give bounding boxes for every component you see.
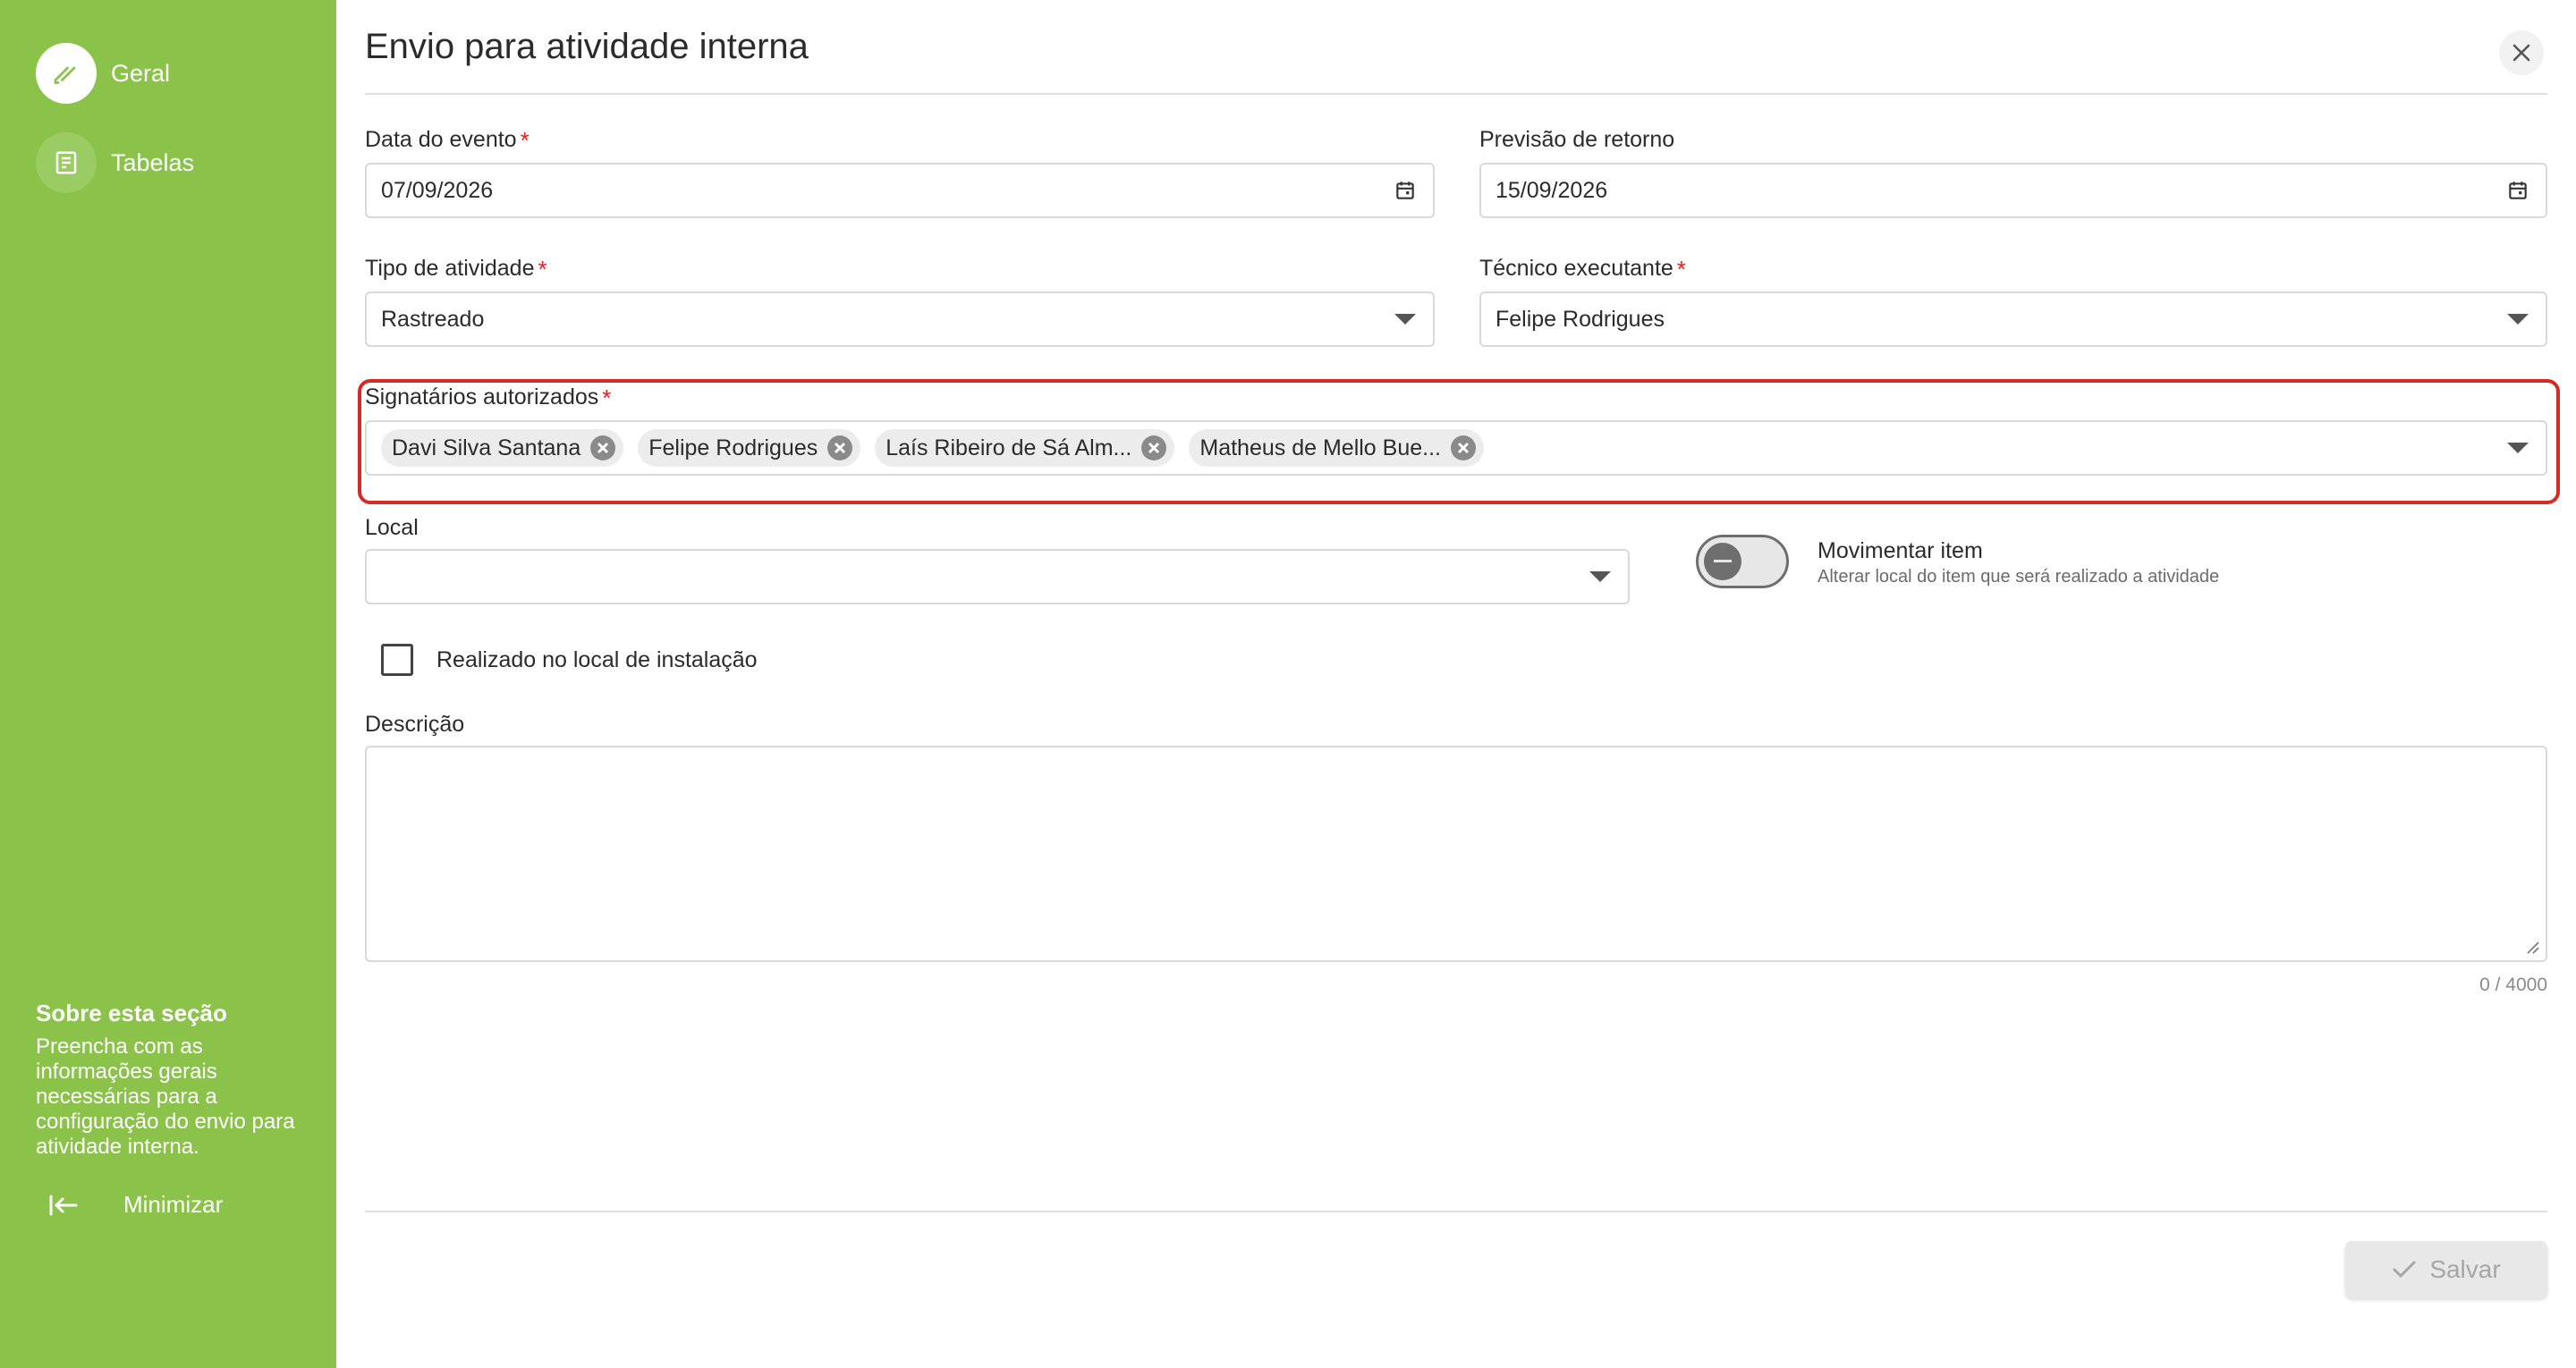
signatories-label: Signatários autorizados * — [365, 384, 612, 411]
technician-value: Felipe Rodrigues — [1496, 306, 1665, 332]
sidebar-item-tabelas[interactable]: Tabelas — [36, 132, 194, 193]
sidebar-item-geral[interactable]: Geral — [36, 43, 170, 104]
return-date-label: Previsão de retorno — [1479, 127, 1675, 152]
technician-select[interactable]: Felipe Rodrigues — [1479, 291, 2547, 347]
about-section: Sobre esta seção Preencha com as informa… — [36, 1000, 304, 1160]
close-button[interactable] — [2499, 30, 2544, 75]
sidebar-item-label: Tabelas — [111, 148, 195, 176]
signatory-chip: Matheus de Mello Bue... — [1189, 429, 1484, 467]
resize-handle-icon[interactable] — [2524, 939, 2540, 955]
about-text: Preencha com as informações gerais neces… — [36, 1034, 295, 1159]
dropdown-arrow-icon[interactable] — [2506, 313, 2529, 325]
calendar-icon[interactable] — [2506, 179, 2529, 202]
move-item-title: Movimentar item — [1818, 538, 1983, 563]
table-icon — [36, 132, 97, 193]
close-icon — [2512, 43, 2531, 63]
on-site-label[interactable]: Realizado no local de instalação — [436, 647, 758, 673]
signatory-chip: Davi Silva Santana — [381, 429, 624, 467]
signatories-multiselect[interactable]: Davi Silva Santana Felipe Rodrigues Laís… — [365, 420, 2547, 476]
save-button[interactable]: Salvar — [2345, 1241, 2547, 1298]
event-date-label: Data do evento * — [365, 127, 530, 154]
activity-type-label: Tipo de atividade * — [365, 256, 547, 283]
technician-label: Técnico executante * — [1479, 256, 1686, 283]
description-textarea[interactable] — [365, 746, 2547, 962]
activity-type-value: Rastreado — [381, 306, 485, 332]
signatory-chip: Felipe Rodrigues — [638, 429, 861, 467]
location-select[interactable] — [365, 549, 1630, 604]
dropdown-arrow-icon[interactable] — [1589, 570, 1612, 583]
move-item-toggle[interactable] — [1696, 535, 1789, 588]
move-item-subtitle: Alterar local do item que será realizado… — [1818, 567, 2220, 587]
divider — [365, 1211, 2547, 1212]
signatory-chip: Laís Ribeiro de Sá Alm... — [875, 429, 1175, 467]
calendar-icon[interactable] — [1394, 179, 1417, 202]
remove-chip-icon[interactable] — [589, 435, 616, 461]
minus-icon — [1714, 560, 1732, 563]
remove-chip-icon[interactable] — [826, 435, 853, 461]
save-label: Salvar — [2429, 1255, 2501, 1283]
dropdown-arrow-icon[interactable] — [1394, 313, 1417, 325]
description-label: Descrição — [365, 712, 465, 737]
remove-chip-icon[interactable] — [1140, 435, 1167, 461]
char-counter: 0 / 4000 — [2479, 975, 2547, 995]
toggle-knob — [1704, 543, 1741, 580]
page-title: Envio para atividade interna — [365, 27, 809, 66]
minimize-label: Minimizar — [123, 1191, 224, 1218]
return-date-input[interactable]: 15/09/2026 — [1479, 163, 2547, 218]
sidebar: Geral Tabelas Sobre esta seção Preencha … — [0, 0, 336, 1368]
pen-icon — [36, 43, 97, 104]
return-date-value: 15/09/2026 — [1496, 177, 1608, 203]
divider — [365, 93, 2547, 95]
event-date-input[interactable]: 07/09/2026 — [365, 163, 1435, 218]
event-date-value: 07/09/2026 — [381, 177, 494, 203]
remove-chip-icon[interactable] — [1450, 435, 1477, 461]
collapse-left-icon — [48, 1194, 79, 1217]
activity-type-select[interactable]: Rastreado — [365, 291, 1435, 347]
dropdown-arrow-icon[interactable] — [2506, 442, 2529, 454]
location-label: Local — [365, 515, 419, 540]
minimize-button[interactable]: Minimizar — [48, 1191, 223, 1219]
about-title: Sobre esta seção — [36, 1000, 227, 1026]
on-site-checkbox[interactable] — [381, 644, 413, 676]
check-icon — [2392, 1260, 2417, 1279]
sidebar-item-label: Geral — [111, 59, 171, 87]
